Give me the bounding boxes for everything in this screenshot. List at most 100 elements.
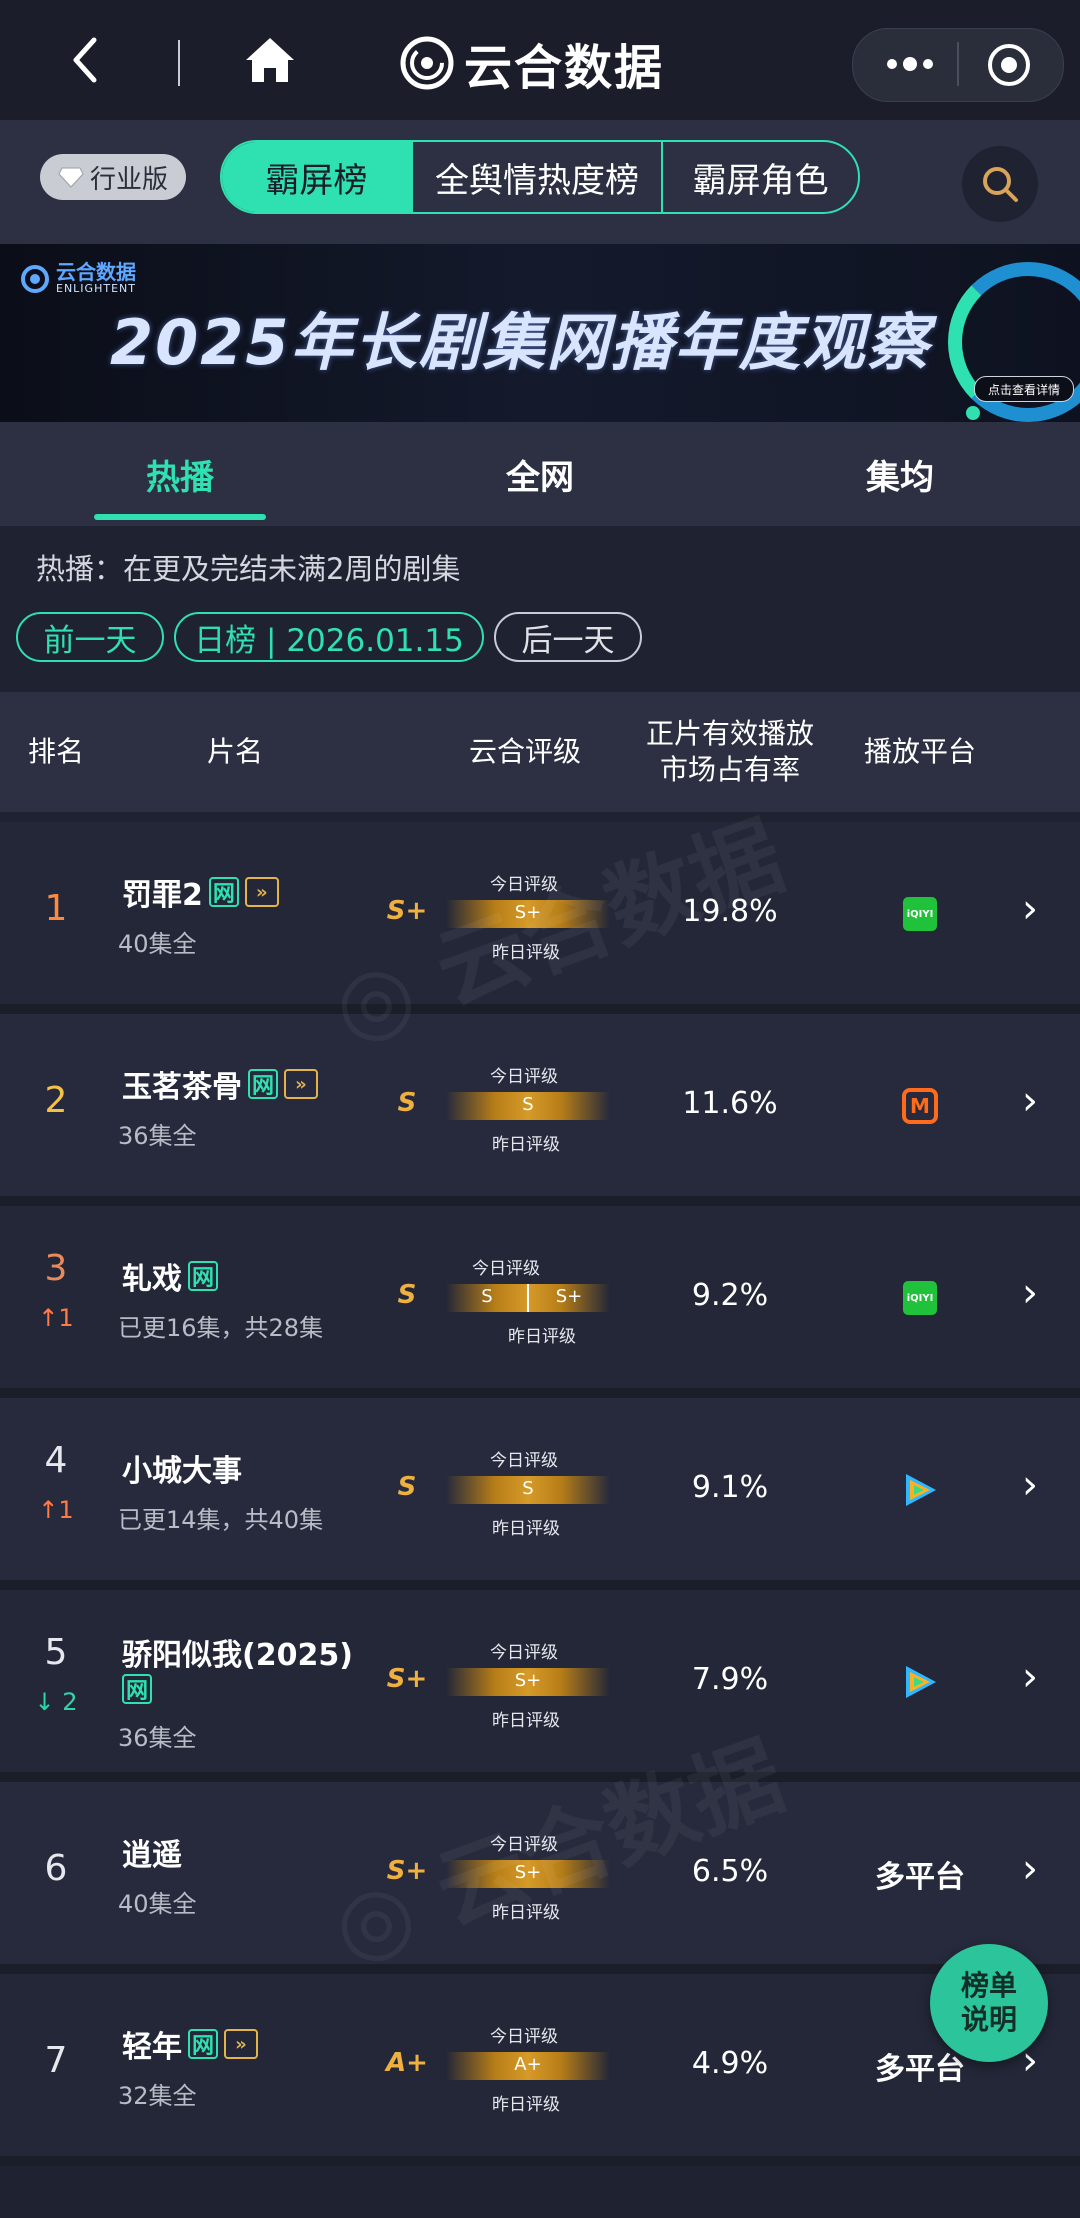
rating-bar: S+ bbox=[446, 1668, 610, 1696]
rank-trend: ↑1 bbox=[38, 1304, 74, 1332]
table-row[interactable]: 4 ↑1 小城大事 已更14集，共40集 S 今日评级 S 昨日评级 9.1% › bbox=[0, 1398, 1080, 1580]
platform-cell bbox=[860, 1662, 980, 1702]
table-row[interactable]: 3 ↑1 轧戏网已更16集，共28集 S 今日评级 S S+ 昨日评级 9.2% iQIYI › bbox=[0, 1206, 1080, 1388]
platform-cell: iQIYI bbox=[860, 894, 980, 934]
market-share: 11.6% bbox=[682, 1086, 778, 1121]
show-tag-group: 网 bbox=[122, 1674, 152, 1704]
subtab-all-network[interactable]: 全网 bbox=[360, 422, 720, 526]
back-button[interactable] bbox=[60, 28, 120, 92]
capsule-divider bbox=[957, 42, 959, 86]
show-title: 罚罪2 bbox=[122, 878, 203, 913]
rank-number: 4 bbox=[44, 1440, 68, 1481]
platform-cell: M bbox=[860, 1086, 980, 1126]
table-header: 排名 片名 云合评级 正片有效播放 市场占有率 播放平台 bbox=[0, 692, 1080, 812]
yesterday-rating-label: 昨日评级 bbox=[492, 2095, 560, 2115]
network-tag: 网 bbox=[248, 1069, 278, 1099]
chevron-right-icon[interactable]: › bbox=[1022, 1846, 1038, 1892]
diamond-icon bbox=[58, 167, 84, 188]
today-rating-label: 今日评级 bbox=[490, 1451, 558, 1471]
today-rating-label: 今日评级 bbox=[490, 2027, 558, 2047]
date-selector[interactable]: 日榜 | 2026.01.15 bbox=[174, 612, 484, 662]
rank-number: 5 bbox=[44, 1632, 68, 1673]
more-dots-icon bbox=[887, 57, 933, 71]
tab-dominant-roles[interactable]: 霸屏角色 bbox=[663, 142, 858, 212]
platform-cell: 多平台 bbox=[860, 1854, 980, 1895]
rating-bar: S bbox=[446, 1476, 610, 1504]
target-circle-icon bbox=[988, 44, 1030, 86]
episode-info: 40集全 bbox=[118, 1890, 197, 1918]
fast-forward-tag-icon: » bbox=[284, 1069, 318, 1099]
row-divider bbox=[0, 1580, 1080, 1590]
episode-info: 36集全 bbox=[118, 1122, 197, 1150]
show-title: 玉茗茶骨 bbox=[122, 1070, 242, 1105]
tab-public-opinion-heat[interactable]: 全舆情热度榜 bbox=[413, 142, 664, 212]
today-rating-value: S bbox=[522, 1094, 534, 1115]
edition-badge[interactable]: 行业版 bbox=[40, 154, 186, 200]
iqiyi-icon: iQIYI bbox=[903, 1281, 937, 1315]
chevron-right-icon[interactable]: › bbox=[1022, 1270, 1038, 1316]
close-miniapp-button[interactable] bbox=[986, 42, 1032, 88]
show-title: 逍遥 bbox=[122, 1838, 182, 1873]
more-button[interactable] bbox=[880, 46, 940, 82]
nav-divider bbox=[178, 40, 180, 86]
market-share: 9.2% bbox=[691, 1278, 769, 1313]
subtab-hot[interactable]: 热播 bbox=[0, 422, 360, 526]
banner-indicator-dot bbox=[966, 406, 980, 420]
yesterday-rating-label: 昨日评级 bbox=[492, 1519, 560, 1539]
next-day-button[interactable]: 后一天 bbox=[494, 612, 642, 662]
platform-cell: iQIYI bbox=[860, 1278, 980, 1318]
chevron-right-icon[interactable]: › bbox=[1022, 1462, 1038, 1508]
sub-tab-bar: 热播 全网 集均 bbox=[0, 422, 1080, 526]
chevron-right-icon[interactable]: › bbox=[1022, 886, 1038, 932]
chevron-right-icon[interactable]: › bbox=[1022, 1078, 1038, 1124]
chevron-left-icon bbox=[73, 37, 97, 83]
home-button[interactable] bbox=[240, 30, 300, 90]
rating-grade: S+ bbox=[386, 1664, 428, 1694]
row-divider bbox=[0, 1964, 1080, 1974]
app-title: 云合数据 bbox=[464, 40, 665, 96]
fast-forward-tag-icon: » bbox=[224, 2029, 258, 2059]
show-title: 轻年 bbox=[122, 2030, 182, 2065]
today-rating-label: 今日评级 bbox=[490, 1643, 558, 1663]
prev-day-button[interactable]: 前一天 bbox=[16, 612, 164, 662]
show-title-group: 罚罪2 网» bbox=[122, 870, 279, 914]
subtab-per-episode[interactable]: 集均 bbox=[720, 422, 1080, 526]
rank-number: 1 bbox=[44, 888, 68, 929]
help-label-line2: 说明 bbox=[960, 2003, 1017, 2036]
banner-detail-button[interactable]: 点击查看详情 bbox=[974, 376, 1074, 402]
rating-bar: A+ bbox=[446, 2052, 610, 2080]
list-explanation-button[interactable]: 榜单 说明 bbox=[930, 1944, 1048, 2062]
market-share: 7.9% bbox=[691, 1662, 769, 1697]
rank-trend: ↑1 bbox=[38, 1496, 74, 1524]
row-divider bbox=[0, 1196, 1080, 1206]
today-rating-value: S bbox=[522, 1478, 534, 1499]
table-row[interactable]: 7 轻年网» 32集全 A+ 今日评级 A+ 昨日评级 4.9% 多平台 › bbox=[0, 1974, 1080, 2156]
show-title-group: 轧戏网 bbox=[122, 1254, 218, 1298]
market-share: 9.1% bbox=[691, 1470, 769, 1505]
edition-label: 行业版 bbox=[89, 164, 168, 195]
tab-dominance-list[interactable]: 霸屏榜 bbox=[222, 142, 413, 212]
show-title-group: 玉茗茶骨网» bbox=[122, 1062, 318, 1106]
today-rating-label: 今日评级 bbox=[472, 1259, 540, 1279]
platform-cell bbox=[860, 1470, 980, 1510]
search-button[interactable] bbox=[962, 146, 1038, 222]
table-row[interactable]: 2 玉茗茶骨网» 36集全 S 今日评级 S 昨日评级 11.6% M › bbox=[0, 1014, 1080, 1196]
tencent-video-icon bbox=[906, 1474, 936, 1506]
yesterday-rating-label: 昨日评级 bbox=[492, 1711, 560, 1731]
search-icon bbox=[983, 167, 1018, 202]
show-title-group: 轻年网» bbox=[122, 2022, 258, 2066]
tencent-video-icon bbox=[906, 1666, 936, 1698]
rating-grade: S bbox=[397, 1472, 417, 1502]
chevron-right-icon[interactable]: › bbox=[1022, 1654, 1038, 1700]
show-title-group: 小城大事 bbox=[122, 1446, 242, 1490]
banner-brand: 云合数据 ENLIGHTENT bbox=[20, 262, 136, 295]
app-title-group: 云合数据 bbox=[400, 28, 664, 98]
table-row[interactable]: 5 ↓ 2 骄阳似我(2025) 网 36集全 S+ 今日评级 S+ 昨日评级 7.9% › bbox=[0, 1590, 1080, 1772]
mango-tv-icon: M bbox=[902, 1088, 938, 1124]
today-rating-value: A+ bbox=[514, 2054, 542, 2075]
header-share-line1: 正片有效播放 bbox=[645, 717, 814, 750]
yesterday-rating-label: 昨日评级 bbox=[492, 1135, 560, 1155]
multi-platform-label: 多平台 bbox=[875, 2052, 965, 2087]
row-divider bbox=[0, 2156, 1080, 2166]
show-title: 骄阳似我(2025) bbox=[122, 1638, 353, 1673]
